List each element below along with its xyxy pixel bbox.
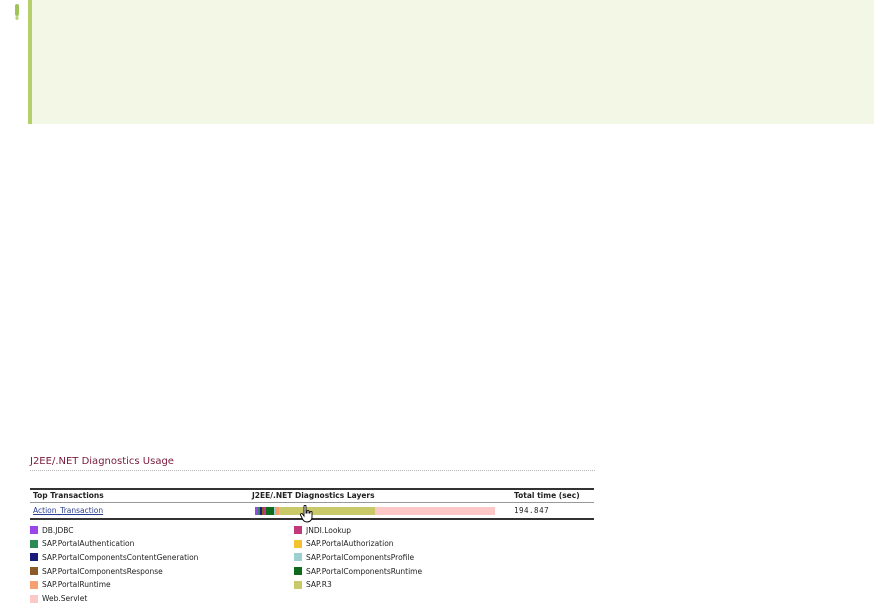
bar-segment-sap-r3[interactable] bbox=[278, 506, 375, 515]
legend-label: SAP.PortalComponentsProfile bbox=[306, 552, 415, 562]
legend-item: SAP.PortalRuntime bbox=[30, 579, 111, 591]
legend-label: SAP.PortalAuthentication bbox=[42, 539, 135, 549]
header-diagnostics-layers: J2EE/.NET Diagnostics Layers bbox=[252, 491, 375, 500]
legend-swatch bbox=[294, 526, 302, 534]
header-top-transactions: Top Transactions bbox=[33, 491, 104, 500]
legend-item: SAP.R3 bbox=[294, 579, 332, 591]
legend-label: SAP.PortalComponentsContentGeneration bbox=[42, 552, 199, 562]
legend-swatch bbox=[294, 539, 302, 548]
legend-item: JNDI.Lookup bbox=[294, 524, 351, 536]
layers-stacked-bar[interactable] bbox=[255, 506, 495, 515]
header-total-time: Total time (sec) bbox=[514, 491, 580, 500]
note-box bbox=[28, 0, 874, 124]
legend-item: DB.JDBC bbox=[30, 524, 74, 536]
table-row: Action_Transaction 194.847 bbox=[30, 503, 594, 522]
table-header: Top Transactions J2EE/.NET Diagnostics L… bbox=[30, 490, 594, 503]
legend-label: Web.Servlet bbox=[42, 594, 88, 603]
legend-label: SAP.PortalComponentsResponse bbox=[42, 566, 163, 576]
legend-swatch bbox=[30, 594, 38, 603]
legend-swatch bbox=[294, 553, 302, 562]
legend-label: SAP.PortalComponentsRuntime bbox=[306, 566, 423, 576]
diagnostics-usage-panel: J2EE/.NET Diagnostics Usage Top Transact… bbox=[30, 455, 595, 612]
bar-segment-sap-portalcomponentsruntime[interactable] bbox=[265, 506, 274, 515]
legend-label: SAP.R3 bbox=[306, 580, 332, 590]
legend-item: SAP.PortalComponentsContentGeneration bbox=[30, 551, 198, 563]
legend-label: DB.JDBC bbox=[42, 525, 74, 535]
legend-swatch bbox=[294, 567, 302, 576]
legend-label: JNDI.Lookup bbox=[306, 525, 352, 535]
legend-item: SAP.PortalAuthentication bbox=[30, 538, 134, 550]
legend-swatch bbox=[30, 553, 38, 562]
hand-cursor-icon bbox=[300, 504, 313, 522]
legend-swatch bbox=[30, 526, 38, 534]
legend-item: SAP.PortalComponentsResponse bbox=[30, 565, 163, 577]
legend-item: SAP.PortalComponentsProfile bbox=[294, 551, 414, 563]
total-time-value: 194.847 bbox=[514, 506, 550, 515]
legend-label: SAP.PortalAuthorization bbox=[306, 539, 394, 549]
legend-swatch bbox=[30, 580, 38, 589]
layers-legend: DB.JDBC JNDI.Lookup SAP.PortalAuthenticati… bbox=[30, 524, 595, 612]
legend-swatch bbox=[30, 539, 38, 548]
top-transactions-table: Top Transactions J2EE/.NET Diagnostics L… bbox=[30, 488, 594, 522]
legend-item: SAP.PortalAuthorization bbox=[294, 538, 394, 550]
legend-swatch bbox=[30, 567, 38, 576]
legend-item: SAP.PortalComponentsRuntime bbox=[294, 565, 422, 577]
bar-segment-web-servlet[interactable] bbox=[374, 506, 495, 515]
transaction-link[interactable]: Action_Transaction bbox=[33, 506, 103, 515]
panel-title: J2EE/.NET Diagnostics Usage bbox=[30, 455, 595, 471]
legend-swatch bbox=[294, 580, 302, 589]
legend-label: SAP.PortalRuntime bbox=[42, 580, 111, 590]
note-marker-icon bbox=[15, 4, 19, 20]
